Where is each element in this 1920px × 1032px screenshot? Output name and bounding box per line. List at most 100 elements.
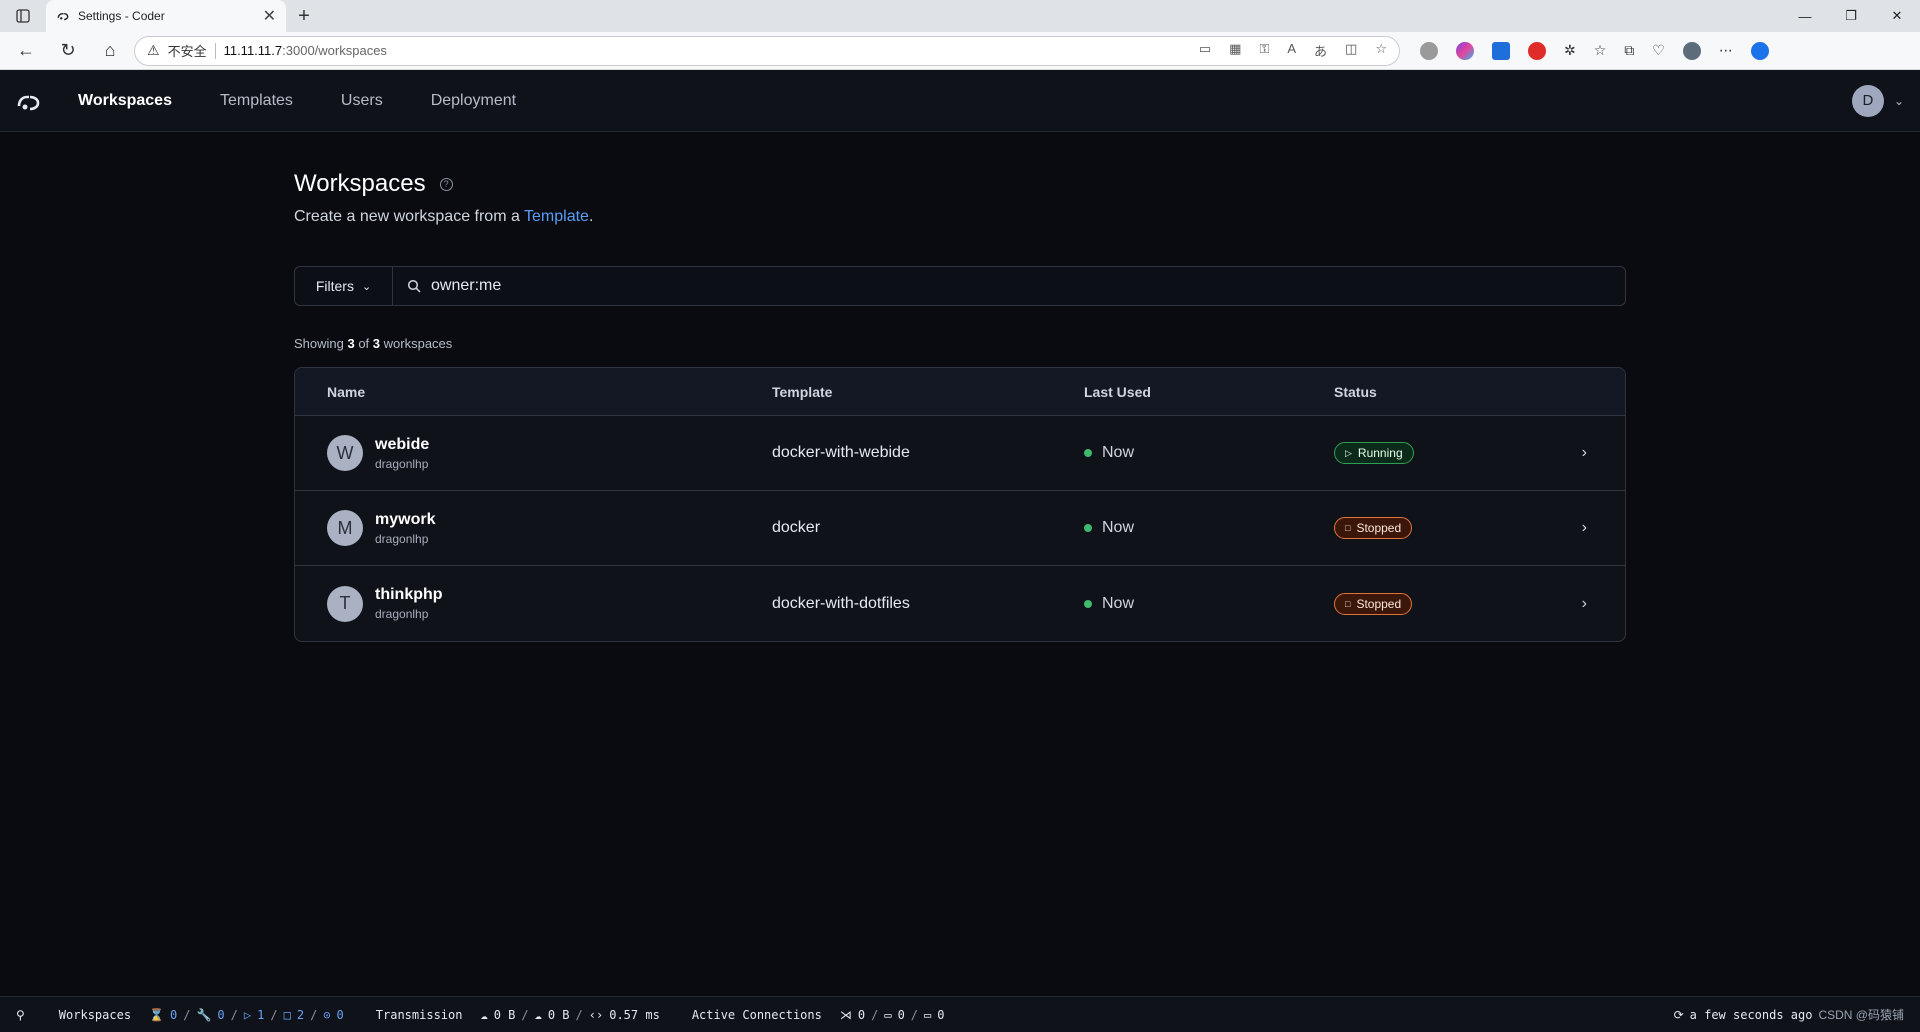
workspace-owner: dragonlhp bbox=[375, 607, 429, 621]
app-header: Workspaces Templates Users Deployment D … bbox=[0, 70, 1920, 132]
performance-icon[interactable]: ♡ bbox=[1652, 42, 1665, 59]
connections-stats[interactable]: Active Connections ⋊ 0 / ▭ 0 / ▭ 0 bbox=[692, 1008, 945, 1022]
extension-gray-icon[interactable] bbox=[1420, 41, 1438, 60]
download-icon: ☁ bbox=[534, 1007, 542, 1022]
insecure-label[interactable]: 不安全 bbox=[168, 41, 207, 60]
favorites-icon[interactable]: ☆ bbox=[1594, 42, 1607, 59]
workspaces-stats[interactable]: Workspaces ⌛ 0 / 🔧 0 / ▷ 1 / □ 2 / ⊙ 0 bbox=[59, 1008, 344, 1022]
statusbar-right: ⟳ a few seconds ago CSDN @码猿铺 bbox=[1674, 1006, 1904, 1023]
play-icon: ▷ bbox=[1345, 447, 1352, 458]
more-icon[interactable]: ⋯ bbox=[1719, 42, 1733, 59]
table-row[interactable]: W webide dragonlhp docker-with-webide No… bbox=[295, 416, 1625, 491]
split-screen-icon[interactable]: ◫ bbox=[1345, 41, 1357, 60]
name-cell: M mywork dragonlhp bbox=[295, 510, 772, 546]
chevron-down-icon[interactable]: ⌄ bbox=[1894, 94, 1904, 108]
workspace-name[interactable]: webide bbox=[375, 436, 429, 454]
subtitle-suffix: . bbox=[588, 208, 594, 225]
tx-down: 0 B bbox=[547, 1007, 570, 1022]
pending-count: 0 bbox=[170, 1007, 178, 1022]
table-header: Name Template Last Used Status bbox=[295, 368, 1625, 416]
user-avatar[interactable]: D bbox=[1851, 84, 1884, 117]
transmission-stats[interactable]: Transmission ☁ 0 B / ☁ 0 B / ‹› 0.57 ms bbox=[376, 1008, 660, 1022]
chevron-right-icon[interactable]: › bbox=[1582, 595, 1587, 613]
key-icon[interactable]: ⚿ bbox=[1259, 41, 1269, 60]
divider bbox=[214, 42, 216, 59]
collections-icon[interactable]: ⧉ bbox=[1624, 42, 1634, 59]
column-last-used: Last Used bbox=[1084, 383, 1151, 400]
tab-actions-icon[interactable] bbox=[0, 0, 46, 32]
refresh-icon[interactable]: ⟳ bbox=[1674, 1008, 1684, 1022]
url-host: 11.11.11.7 bbox=[223, 43, 283, 58]
ssh-count: 0 bbox=[937, 1007, 945, 1022]
profile-icon[interactable] bbox=[1682, 41, 1701, 60]
table-row[interactable]: M mywork dragonlhp docker Now □ Stopped › bbox=[295, 491, 1625, 566]
tab-close-icon[interactable]: ✕ bbox=[263, 6, 276, 26]
last-used-cell: Now bbox=[1084, 444, 1334, 462]
template-link[interactable]: Template bbox=[524, 208, 589, 225]
online-dot-icon bbox=[1084, 599, 1092, 608]
status-text: Stopped bbox=[1356, 596, 1402, 611]
showing-of: of bbox=[354, 336, 373, 351]
qr-icon[interactable]: ▦ bbox=[1229, 41, 1241, 60]
address-bar[interactable]: ⚠ 不安全 11.11.11.7:3000/workspaces ▭ ▦ ⚿ A… bbox=[134, 35, 1400, 66]
new-tab-button[interactable]: + bbox=[286, 0, 322, 32]
building-count: 0 bbox=[217, 1007, 225, 1022]
workspaces-table: Name Template Last Used Status W webide … bbox=[294, 367, 1626, 642]
failed-count: 0 bbox=[336, 1007, 344, 1022]
page-subtitle: Create a new workspace from a Template. bbox=[294, 208, 1626, 226]
deploy-icon[interactable]: ⚲ bbox=[16, 1008, 25, 1022]
status-text: Running bbox=[1357, 446, 1403, 460]
stop-icon: □ bbox=[1345, 598, 1351, 609]
address-bar-icons: ▭ ▦ ⚿ A あ ◫ ☆ bbox=[1199, 41, 1387, 60]
nav-templates[interactable]: Templates bbox=[220, 92, 293, 110]
chevron-right-icon[interactable]: › bbox=[1582, 444, 1587, 462]
slash: / bbox=[871, 1007, 879, 1022]
favorite-star-icon[interactable]: ☆ bbox=[1375, 41, 1387, 60]
extensions-icon[interactable]: ✲ bbox=[1564, 42, 1576, 59]
stopped-count: 2 bbox=[296, 1007, 305, 1022]
workspace-name[interactable]: mywork bbox=[375, 511, 435, 529]
deployment-statusbar: ⚲ Workspaces ⌛ 0 / 🔧 0 / ▷ 1 / □ 2 / ⊙ 0 Transmis… bbox=[0, 996, 1920, 1032]
coder-logo-icon[interactable] bbox=[16, 88, 42, 114]
search-input[interactable] bbox=[431, 277, 1611, 295]
bing-icon[interactable] bbox=[1750, 41, 1769, 60]
table-row[interactable]: T thinkphp dragonlhp docker-with-dotfile… bbox=[295, 566, 1625, 641]
workspace-avatar: W bbox=[327, 435, 363, 471]
home-icon[interactable]: ⌂ bbox=[92, 36, 128, 66]
app-available-icon[interactable]: ▭ bbox=[1199, 41, 1211, 60]
browser-toolbar: ← ↻ ⌂ ⚠ 不安全 11.11.11.7:3000/workspaces ▭… bbox=[0, 32, 1920, 70]
back-icon[interactable]: ← bbox=[8, 36, 44, 66]
nav-users[interactable]: Users bbox=[341, 92, 383, 110]
nav-workspaces[interactable]: Workspaces bbox=[78, 92, 172, 110]
browser-tabbar: Settings - Coder ✕ + — ❐ ✕ bbox=[0, 0, 1920, 32]
copilot-icon[interactable] bbox=[1456, 41, 1474, 60]
url-path: :3000/workspaces bbox=[282, 43, 387, 58]
slash: / bbox=[310, 1007, 318, 1022]
restore-icon[interactable]: ❐ bbox=[1828, 0, 1874, 32]
adblock-icon[interactable] bbox=[1528, 41, 1546, 60]
nav-deployment[interactable]: Deployment bbox=[431, 92, 516, 110]
url-text[interactable]: 11.11.11.7:3000/workspaces bbox=[224, 43, 1191, 58]
help-icon[interactable]: ? bbox=[439, 177, 453, 191]
workspace-owner: dragonlhp bbox=[375, 456, 429, 471]
filters-button[interactable]: Filters ⌄ bbox=[295, 267, 393, 305]
chevron-right-icon[interactable]: › bbox=[1582, 519, 1587, 537]
read-aloud-icon[interactable]: A bbox=[1287, 41, 1296, 60]
user-menu[interactable]: D ⌄ bbox=[1851, 84, 1904, 117]
minimize-icon[interactable]: — bbox=[1782, 0, 1828, 32]
workspace-name[interactable]: thinkphp bbox=[375, 586, 443, 604]
showing-shown: 3 bbox=[347, 336, 355, 351]
slash: / bbox=[230, 1007, 238, 1022]
workspace-avatar: M bbox=[327, 510, 363, 546]
reload-icon[interactable]: ↻ bbox=[50, 36, 86, 66]
running-icon: ▷ bbox=[243, 1007, 252, 1022]
bookmark-ext-icon[interactable] bbox=[1492, 41, 1510, 60]
tx-up: 0 B bbox=[493, 1007, 516, 1022]
translate-icon[interactable]: あ bbox=[1314, 41, 1327, 60]
warning-icon[interactable]: ⚠ bbox=[147, 42, 160, 59]
showing-total: 3 bbox=[372, 336, 381, 351]
close-window-icon[interactable]: ✕ bbox=[1874, 0, 1920, 32]
pending-icon: ⌛ bbox=[149, 1007, 164, 1022]
browser-tab[interactable]: Settings - Coder ✕ bbox=[46, 0, 286, 32]
online-dot-icon bbox=[1084, 449, 1092, 457]
